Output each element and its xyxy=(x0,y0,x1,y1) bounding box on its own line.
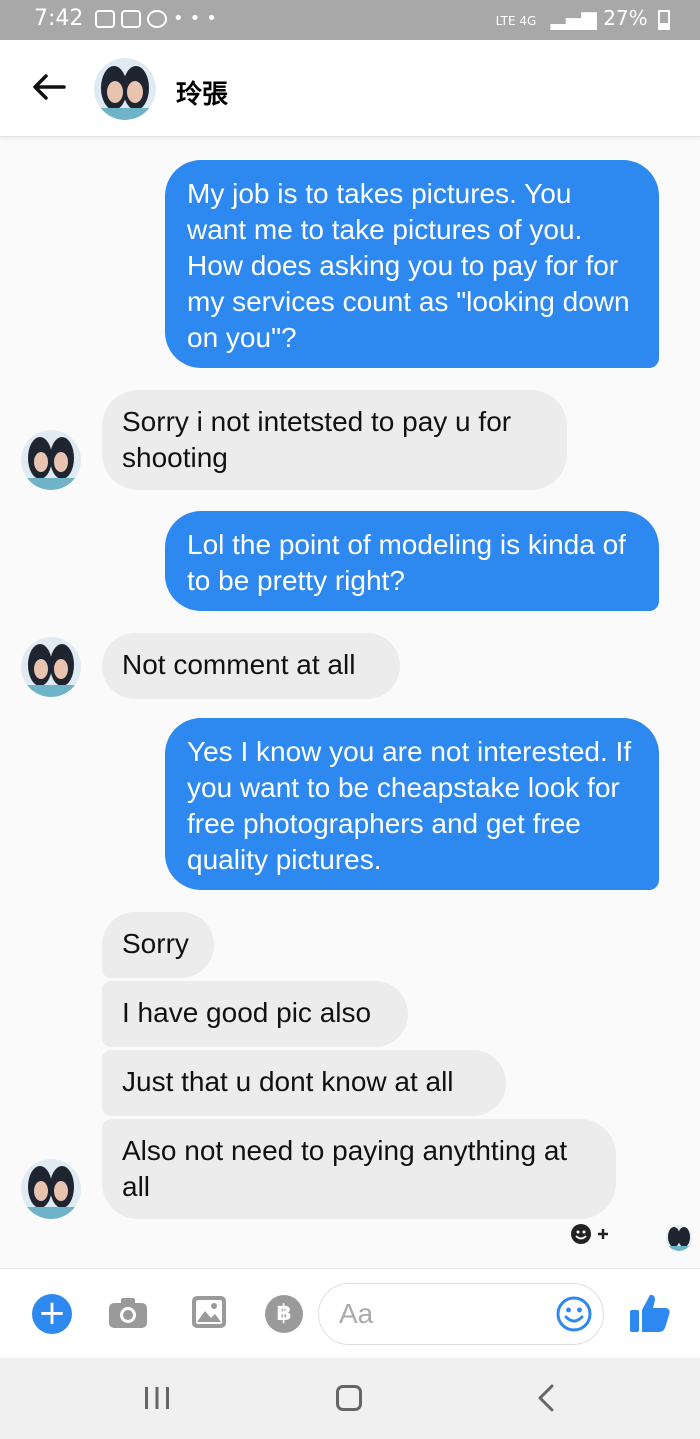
contact-avatar-small[interactable] xyxy=(21,1159,81,1219)
gallery-icon[interactable] xyxy=(191,1295,227,1329)
outgoing-message[interactable]: Lol the point of modeling is kinda of to… xyxy=(165,511,659,611)
status-notification-icons: ••• xyxy=(95,8,223,29)
contact-avatar[interactable] xyxy=(94,58,156,120)
battery-icon xyxy=(658,9,670,30)
system-nav-bar xyxy=(0,1358,700,1439)
add-reaction-icon[interactable] xyxy=(570,1222,610,1246)
status-bar: 7:42 ••• LTE 4G ▂▄▆ 27% xyxy=(0,0,700,40)
plus-icon[interactable]: + xyxy=(32,1294,72,1334)
battery-percent: 27% xyxy=(603,6,648,30)
outgoing-message[interactable]: My job is to takes pictures. You want me… xyxy=(165,160,659,368)
contact-avatar-small[interactable] xyxy=(21,430,81,490)
whatsapp-icon xyxy=(147,10,167,28)
coin-icon[interactable]: ฿ xyxy=(265,1295,303,1333)
network-label: LTE 4G xyxy=(495,14,537,28)
recents-icon[interactable] xyxy=(143,1385,171,1411)
gallery-icon xyxy=(95,10,115,28)
incoming-message[interactable]: Sorry i not intetsted to pay u for shoot… xyxy=(102,390,567,490)
emoji-icon[interactable] xyxy=(556,1296,592,1332)
contact-name: 玲張 xyxy=(176,80,229,110)
message-input-placeholder: Aa xyxy=(339,1298,374,1329)
incoming-message[interactable]: I have good pic also xyxy=(102,981,408,1047)
incoming-message[interactable]: Not comment at all xyxy=(102,633,400,699)
more-dots-icon: ••• xyxy=(173,8,223,29)
incoming-message[interactable]: Sorry xyxy=(102,912,214,978)
home-icon[interactable] xyxy=(336,1385,362,1411)
instagram-icon xyxy=(121,10,141,28)
thumbs-up-icon[interactable] xyxy=(628,1291,672,1335)
status-time: 7:42 xyxy=(34,6,84,31)
message-composer: + ฿ Aa xyxy=(0,1268,700,1359)
chat-header: 玲張 xyxy=(0,40,700,137)
contact-avatar-small[interactable] xyxy=(21,637,81,697)
back-icon[interactable] xyxy=(536,1383,556,1413)
back-arrow-icon[interactable] xyxy=(30,72,66,102)
incoming-message[interactable]: Also not need to paying anythting at all xyxy=(102,1119,616,1219)
status-right: LTE 4G ▂▄▆ 27% xyxy=(496,6,670,30)
seen-avatar xyxy=(666,1225,692,1251)
incoming-message[interactable]: Just that u dont know at all xyxy=(102,1050,506,1116)
outgoing-message[interactable]: Yes I know you are not interested. If yo… xyxy=(165,718,659,890)
camera-icon[interactable] xyxy=(108,1297,148,1329)
signal-icon: ▂▄▆ xyxy=(550,6,597,30)
